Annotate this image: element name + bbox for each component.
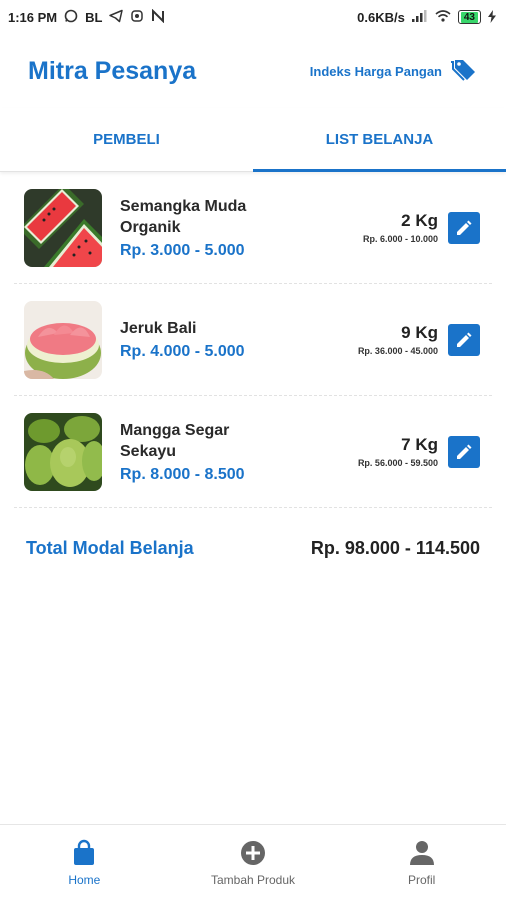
item-price: Rp. 8.000 - 8.500: [120, 465, 245, 483]
mango-image: [24, 412, 102, 491]
status-bar: 1:16 PM BL 0.6KB/s 43: [0, 0, 506, 34]
list-item: Semangka Muda Organik Rp. 3.000 - 5.000 …: [14, 172, 492, 284]
shopping-bag-icon: [74, 839, 95, 865]
item-qty-range: Rp. 36.000 - 45.000: [357, 346, 438, 356]
edit-button[interactable]: [448, 323, 480, 356]
price-index-link[interactable]: Indeks Harga Pangan: [310, 58, 478, 85]
wifi-icon: [435, 10, 451, 24]
pencil-icon: [457, 444, 472, 459]
item-name-line1: Mangga Segar: [120, 421, 230, 439]
tags-icon: [448, 58, 478, 85]
charging-icon: [488, 9, 496, 25]
qty-block: 2 Kg Rp. 6.000 - 10.000: [363, 211, 438, 244]
item-info: Jeruk Bali Rp. 4.000 - 5.000: [102, 318, 358, 361]
telegram-icon: [109, 9, 124, 25]
tab-bar: PEMBELI LIST BELANJA: [0, 108, 506, 172]
item-name-line1: Semangka Muda: [120, 197, 247, 215]
signal-icon: [411, 10, 428, 24]
total-row: Total Modal Belanja Rp. 98.000 - 114.500: [0, 508, 506, 588]
nav-home[interactable]: Home: [0, 825, 169, 900]
edit-button[interactable]: [448, 211, 480, 244]
item-price: Rp. 3.000 - 5.000: [120, 241, 245, 259]
qty-block: 9 Kg Rp. 36.000 - 45.000: [358, 323, 438, 356]
item-info: Mangga Segar Sekayu Rp. 8.000 - 8.500: [102, 420, 358, 484]
price-index-label: Indeks Harga Pangan: [309, 63, 442, 79]
nav-home-label: Home: [68, 872, 101, 887]
item-name-line2: Sekayu: [120, 442, 177, 460]
shopping-list: Semangka Muda Organik Rp. 3.000 - 5.000 …: [0, 172, 506, 508]
item-price: Rp. 4.000 - 5.000: [120, 343, 245, 360]
list-item: Jeruk Bali Rp. 4.000 - 5.000 9 Kg Rp. 36…: [14, 284, 492, 396]
watermelon-image: [24, 188, 102, 267]
battery-icon: 43: [457, 10, 481, 24]
tab-pembeli[interactable]: PEMBELI: [0, 108, 253, 171]
status-carrier-label: BL: [85, 9, 103, 25]
pomelo-image: [24, 300, 102, 379]
whatsapp-icon: [64, 9, 78, 25]
nav-tambah-produk[interactable]: Tambah Produk: [169, 825, 338, 900]
item-qty: 7 Kg: [401, 435, 438, 454]
nav-profil-label: Profil: [408, 872, 436, 887]
item-qty-range: Rp. 6.000 - 10.000: [362, 234, 438, 244]
pencil-icon: [457, 220, 472, 235]
person-icon: [409, 840, 434, 865]
item-name-line1: Jeruk Bali: [120, 320, 197, 337]
nav-profil[interactable]: Profil: [337, 825, 506, 900]
add-circle-icon: [241, 840, 265, 865]
item-info: Semangka Muda Organik Rp. 3.000 - 5.000: [102, 196, 363, 260]
battery-level: 43: [460, 11, 478, 23]
item-qty: 9 Kg: [401, 323, 438, 342]
qty-block: 7 Kg Rp. 56.000 - 59.500: [358, 435, 438, 468]
status-net-speed: 0.6KB/s: [357, 9, 405, 25]
app-title: Mitra Pesanya: [28, 56, 197, 85]
bottom-nav: Home Tambah Produk Profil: [0, 824, 506, 900]
status-left: 1:16 PM BL: [8, 8, 165, 25]
edit-button[interactable]: [448, 435, 480, 468]
app-icon: [130, 9, 144, 25]
item-qty: 2 Kg: [401, 211, 438, 230]
nav-tambah-produk-label: Tambah Produk: [210, 872, 296, 887]
status-time: 1:16 PM: [8, 9, 58, 25]
tab-list-belanja[interactable]: LIST BELANJA: [253, 108, 506, 172]
pencil-icon: [457, 332, 472, 347]
item-qty-range: Rp. 56.000 - 59.500: [357, 458, 438, 468]
total-value: Rp. 98.000 - 114.500: [310, 537, 480, 558]
status-right: 0.6KB/s 43: [357, 9, 496, 25]
item-name-line2: Organik: [120, 218, 181, 236]
list-item: Mangga Segar Sekayu Rp. 8.000 - 8.500 7 …: [14, 396, 492, 508]
n-icon: [151, 8, 165, 25]
total-label: Total Modal Belanja: [26, 537, 194, 558]
app-header: Mitra Pesanya Indeks Harga Pangan: [0, 34, 506, 108]
